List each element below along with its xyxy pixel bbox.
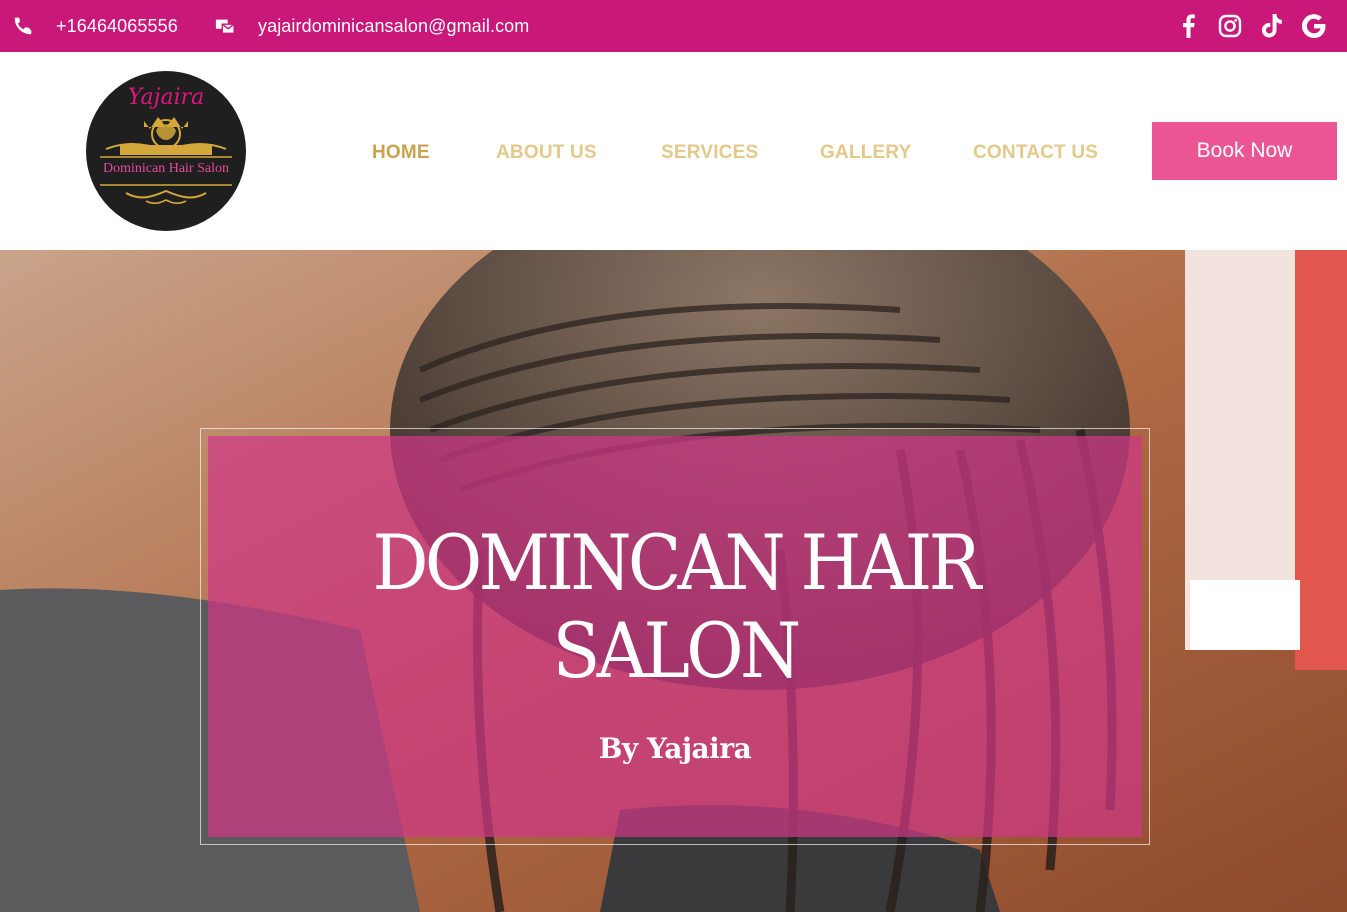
top-bar: +16464065556 yajairdominicansalon@gmail.… — [0, 0, 1347, 52]
facebook-icon[interactable] — [1173, 11, 1203, 41]
logo-name-text: Dominican Hair Salon — [103, 161, 229, 176]
nav-home[interactable]: HOME — [372, 142, 430, 164]
site-header: Yajaira Dominican Hair Salon HOME ABOUT … — [0, 52, 1347, 250]
hero-overlay-panel: DOMINCAN HAIR SALON By Yajaira — [208, 436, 1142, 837]
google-icon[interactable] — [1299, 11, 1329, 41]
hero-title-line-2: SALON — [552, 606, 802, 695]
social-links — [1161, 0, 1329, 52]
nav-contact-us[interactable]: CONTACT US — [973, 142, 1098, 164]
hero-title: DOMINCAN HAIR SALON — [245, 519, 1104, 695]
instagram-icon[interactable] — [1215, 11, 1245, 41]
book-now-button[interactable]: Book Now — [1152, 122, 1337, 180]
hero-section: DOMINCAN HAIR SALON By Yajaira — [0, 250, 1347, 912]
email-address[interactable]: yajairdominicansalon@gmail.com — [258, 16, 529, 37]
hero-subtitle: By Yajaira — [598, 732, 752, 765]
nav-about-us[interactable]: ABOUT US — [496, 142, 597, 164]
phone-contact[interactable]: +16464065556 — [12, 0, 178, 52]
tiktok-icon[interactable] — [1257, 11, 1287, 41]
logo-script-text: Yajaira — [127, 85, 205, 110]
phone-number[interactable]: +16464065556 — [56, 16, 178, 37]
salon-logo[interactable]: Yajaira Dominican Hair Salon — [86, 71, 246, 231]
mail-icon — [214, 15, 236, 37]
email-contact[interactable]: yajairdominicansalon@gmail.com — [214, 0, 529, 52]
nav-services[interactable]: SERVICES — [661, 142, 758, 164]
hero-title-line-1: DOMINCAN HAIR — [372, 518, 981, 607]
hero-text-frame: DOMINCAN HAIR SALON By Yajaira — [200, 428, 1150, 845]
nav-gallery[interactable]: GALLERY — [820, 142, 911, 164]
phone-icon — [12, 15, 34, 37]
